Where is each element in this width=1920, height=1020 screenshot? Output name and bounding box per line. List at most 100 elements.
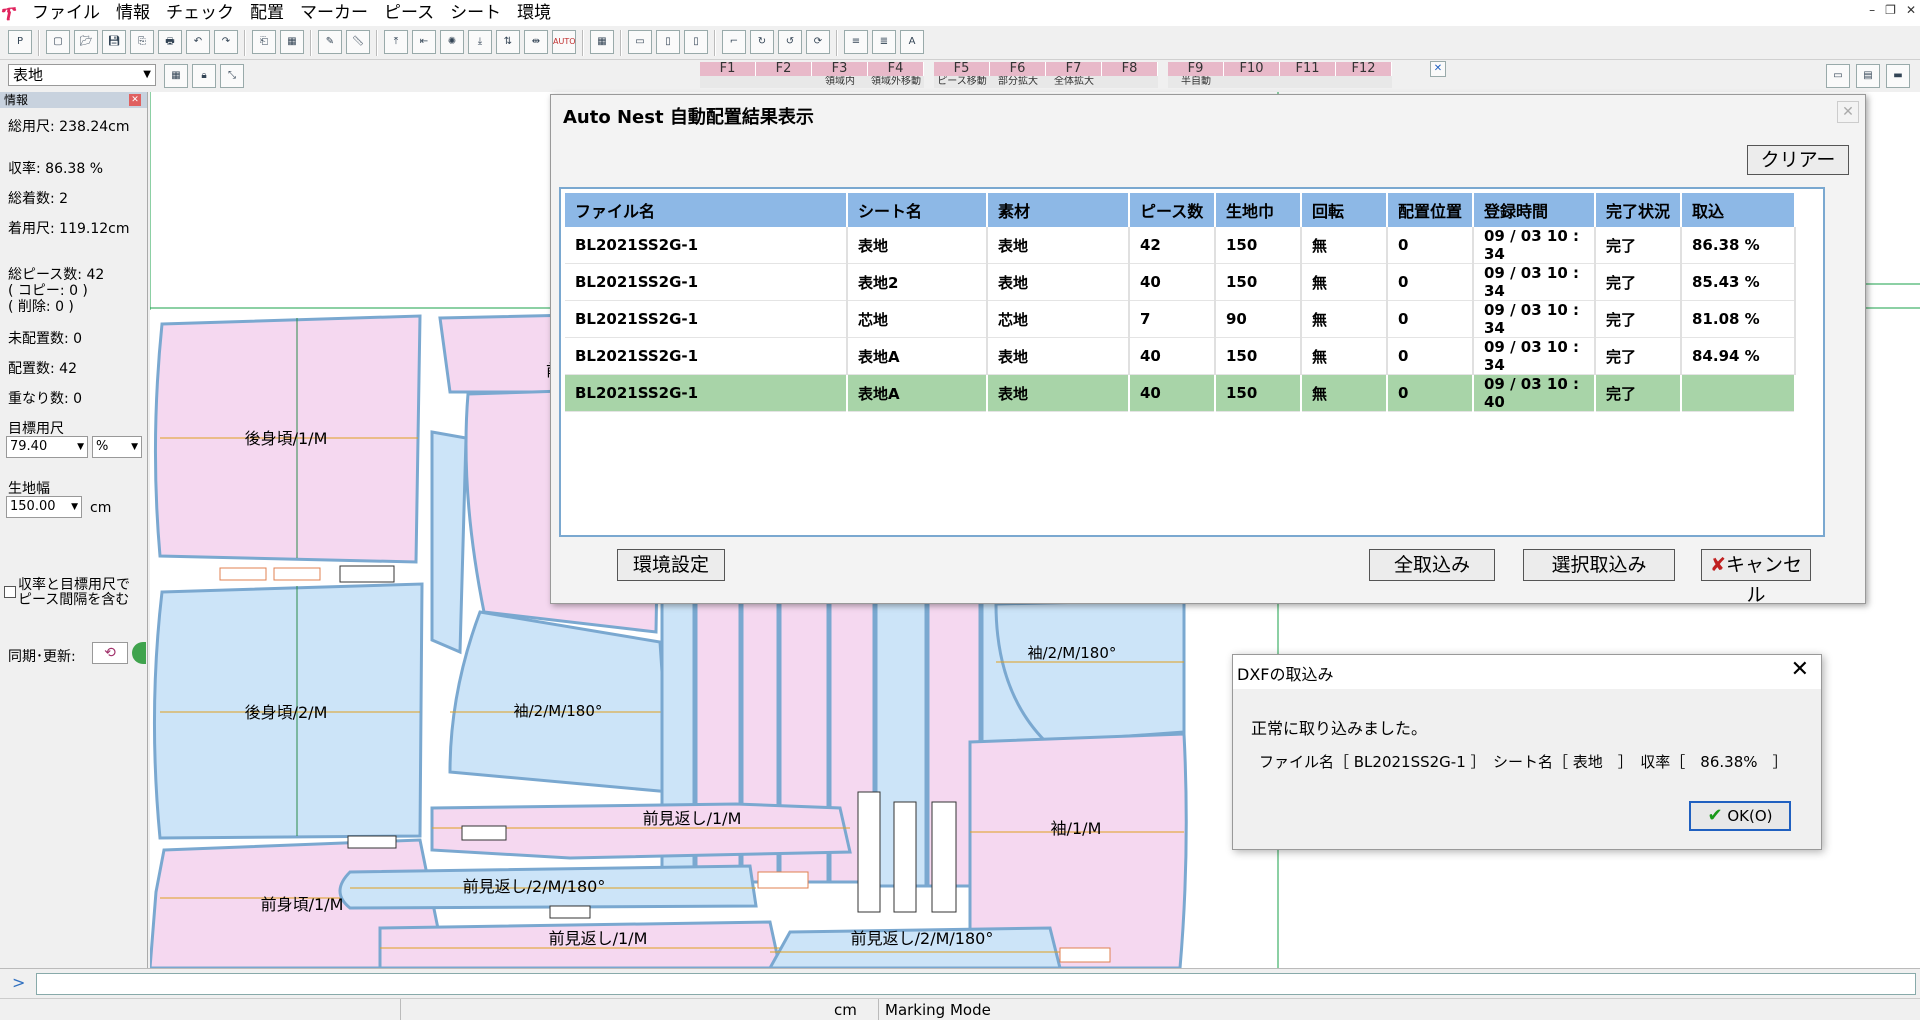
rotate-alt-icon[interactable]: ↺: [778, 30, 802, 54]
shape-icon[interactable]: ▭: [628, 30, 652, 54]
column-header[interactable]: 登録時間: [1473, 193, 1596, 227]
menu-layout[interactable]: 配置: [242, 0, 292, 26]
toolbar-separator: [38, 30, 40, 56]
column-header[interactable]: 回転: [1301, 193, 1388, 227]
list-alt-icon[interactable]: ≣: [872, 30, 896, 54]
new-file-icon[interactable]: ▢: [46, 30, 70, 54]
table-icon[interactable]: ▦: [590, 30, 614, 54]
fkey-f4[interactable]: F4: [868, 62, 924, 76]
column-header[interactable]: シート名: [847, 193, 988, 227]
chevron-down-icon: ▼: [131, 442, 138, 452]
table-cell: 完了: [1595, 337, 1682, 375]
column-header[interactable]: 配置位置: [1387, 193, 1474, 227]
menu-info[interactable]: 情報: [108, 0, 158, 26]
grid-view-icon[interactable]: ▦: [164, 64, 188, 88]
close-icon[interactable]: ✕: [1791, 657, 1809, 682]
import-selected-button[interactable]: 選択取込み: [1523, 549, 1675, 581]
fkey-f9[interactable]: F9: [1168, 62, 1224, 76]
column-header[interactable]: 完了状況: [1595, 193, 1682, 227]
fabric-width-input[interactable]: 150.00 ▼: [6, 496, 82, 518]
save-icon[interactable]: 💾︎: [102, 30, 126, 54]
fkey-f12[interactable]: F12: [1336, 62, 1392, 76]
command-input[interactable]: [36, 973, 1916, 995]
lock-icon[interactable]: 🔒︎: [192, 64, 216, 88]
menu-file[interactable]: ファイル: [24, 0, 108, 26]
resize-icon[interactable]: ⤡: [220, 64, 244, 88]
piece-label: 袖/2/M/180°: [514, 702, 603, 720]
ruler-icon[interactable]: 📏︎: [346, 30, 370, 54]
table-row[interactable]: BL2021SS2G-1 表地A 表地 40 150 無 0 09 / 03 10 : 34 完…: [565, 337, 1796, 375]
table-cell: 0: [1387, 263, 1474, 301]
column-header[interactable]: 取込: [1681, 193, 1796, 227]
layout-split-icon[interactable]: ▤: [1856, 64, 1880, 88]
fkey-f1[interactable]: F1: [700, 62, 756, 76]
piece-icon[interactable]: ▯: [656, 30, 680, 54]
column-header[interactable]: 生地巾: [1215, 193, 1302, 227]
import-all-button[interactable]: 全取込み: [1369, 549, 1495, 581]
rotate-icon[interactable]: ↻: [750, 30, 774, 54]
column-header[interactable]: ピース数: [1129, 193, 1216, 227]
menu-check[interactable]: チェック: [158, 0, 242, 26]
menu-piece[interactable]: ピース: [376, 0, 442, 26]
explode-icon[interactable]: ✺: [440, 30, 464, 54]
print-icon[interactable]: 🖶︎: [158, 30, 182, 54]
menu-environment[interactable]: 環境: [509, 0, 559, 26]
flip-icon[interactable]: ⇅: [496, 30, 520, 54]
save-as-icon[interactable]: ⎘: [130, 30, 154, 54]
fkey-f2[interactable]: F2: [756, 62, 812, 76]
undo-icon[interactable]: ↶: [186, 30, 210, 54]
cancel-button[interactable]: ✘キャンセル: [1701, 549, 1811, 606]
ok-button[interactable]: ✔ OK(O): [1689, 801, 1791, 831]
fkey-f11[interactable]: F11: [1280, 62, 1336, 76]
pencil-edit-icon[interactable]: ✎: [318, 30, 342, 54]
close-icon[interactable]: ✕: [1837, 101, 1859, 123]
fkey-f10[interactable]: F10: [1224, 62, 1280, 76]
sync-icon[interactable]: ⟲: [92, 642, 128, 664]
layout-bottom-icon[interactable]: ▬: [1886, 64, 1910, 88]
align-left-icon[interactable]: ⇤: [412, 30, 436, 54]
close-icon[interactable]: ✕: [1906, 3, 1916, 17]
align-center-icon[interactable]: ⇹: [524, 30, 548, 54]
table-row[interactable]: BL2021SS2G-1 表地A 表地 40 150 無 0 09 / 03 10 : 40 完…: [565, 374, 1796, 412]
fkey-f6[interactable]: F6: [990, 62, 1046, 76]
fkey-f5[interactable]: F5: [934, 62, 990, 76]
table-row[interactable]: BL2021SS2G-1 表地 表地 42 150 無 0 09 / 03 10 : 34 完了…: [565, 227, 1796, 264]
settings-button[interactable]: 環境設定: [617, 549, 725, 581]
layout-top-icon[interactable]: ▭: [1826, 64, 1850, 88]
column-header[interactable]: 素材: [987, 193, 1130, 227]
table-row[interactable]: BL2021SS2G-1 芯地 芯地 7 90 無 0 09 / 03 10 : 34 完了 81…: [565, 300, 1796, 338]
plotter-icon[interactable]: P: [8, 30, 32, 54]
fkey-f8[interactable]: F8: [1102, 62, 1158, 76]
table-cell: 84.94 %: [1681, 337, 1796, 375]
auto-icon[interactable]: AUTO: [552, 30, 576, 54]
copy-sheet-icon[interactable]: ⎗: [252, 30, 276, 54]
rotate-three-icon[interactable]: ⟳: [806, 30, 830, 54]
align-up-icon[interactable]: ⤒: [384, 30, 408, 54]
open-folder-icon[interactable]: 📂︎: [74, 30, 98, 54]
grid-table-icon[interactable]: ▦: [280, 30, 304, 54]
fkey-f3[interactable]: F3: [812, 62, 868, 76]
menu-sheet[interactable]: シート: [442, 0, 509, 26]
align-down-icon[interactable]: ⤓: [468, 30, 492, 54]
fkeys-close-icon[interactable]: ✕: [1430, 61, 1446, 77]
piece-alt-icon[interactable]: ▯: [684, 30, 708, 54]
target-unit-select[interactable]: % ▼: [92, 436, 142, 458]
refresh-icon[interactable]: [132, 642, 146, 664]
clear-button[interactable]: クリアー: [1747, 145, 1849, 175]
target-length-input[interactable]: 79.40 ▼: [6, 436, 88, 458]
redo-icon[interactable]: ↷: [214, 30, 238, 54]
panel-close-icon[interactable]: ✕: [129, 94, 141, 106]
table-cell: 無: [1301, 300, 1388, 338]
table-row[interactable]: BL2021SS2G-1 表地2 表地 40 150 無 0 09 / 03 10 : 34 完…: [565, 263, 1796, 301]
text-icon[interactable]: A: [900, 30, 924, 54]
table-cell: 無: [1301, 227, 1388, 264]
list-icon[interactable]: ≡: [844, 30, 868, 54]
include-spacing-checkbox[interactable]: [4, 586, 16, 598]
restore-icon[interactable]: ❐: [1885, 3, 1896, 17]
fkey-f7[interactable]: F7: [1046, 62, 1102, 76]
column-header[interactable]: ファイル名: [565, 193, 848, 227]
fabric-select[interactable]: 表地 ▼: [8, 64, 156, 86]
menu-marker[interactable]: マーカー: [292, 0, 376, 26]
minimize-icon[interactable]: –: [1869, 3, 1875, 17]
fold-icon[interactable]: ⌐: [722, 30, 746, 54]
